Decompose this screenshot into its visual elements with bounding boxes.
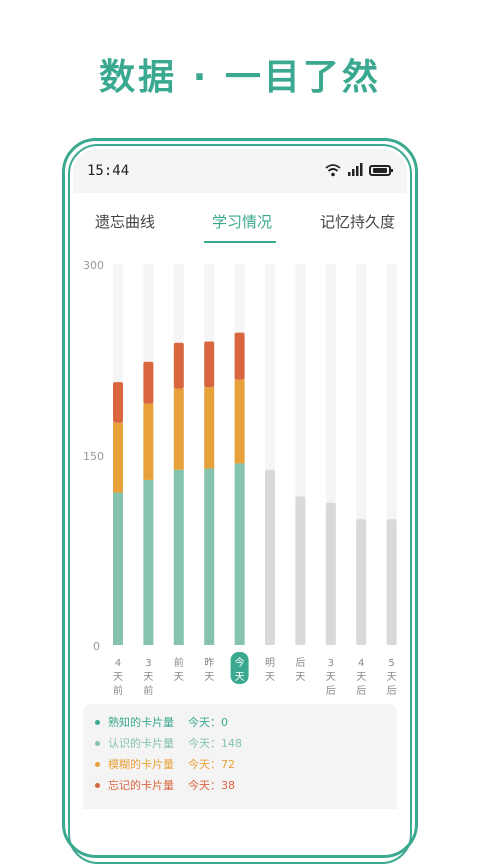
bar-forgot: [173, 342, 184, 389]
x-tick-label: 4: [115, 658, 121, 669]
x-tick-label: 天: [174, 672, 184, 683]
x-tick-label: 后: [326, 685, 336, 697]
bar-forecast: [295, 496, 306, 645]
legend-item-known: 认识的卡片量 今天：148: [95, 735, 242, 751]
bar-forgot: [113, 382, 123, 423]
legend-item-fuzzy: 模糊的卡片量 今天：72: [95, 756, 235, 772]
bar-fuzzy: [204, 387, 215, 469]
bar-known: [204, 468, 215, 645]
legend-today-value: 今天：38: [188, 779, 235, 792]
bar-known: [234, 463, 245, 645]
legend-dot: [95, 719, 100, 725]
legend-today-value: 今天：0: [188, 716, 228, 729]
legend-dot: [95, 740, 100, 746]
chart-svg: 4天前3天前前天昨天今天明天后天3天后4天后5天后: [113, 264, 397, 697]
legend-item-familiar: 熟知的卡片量 今天：0: [95, 714, 228, 730]
bar-forgot: [204, 341, 215, 388]
x-tick-label: 前: [143, 684, 153, 697]
x-tick-label: 天: [326, 672, 336, 683]
x-tick-label: 4: [358, 658, 364, 669]
x-tick-label: 天: [143, 672, 153, 683]
x-tick-label: 天: [204, 672, 214, 683]
study-chart: 300 150 0 4天前3天前前天昨天今天明天后天3天后4天后5天后: [73, 259, 407, 699]
tab-study-status[interactable]: 学习情况: [212, 211, 272, 232]
bar-known: [143, 479, 154, 645]
active-tab-indicator: [204, 241, 276, 243]
x-tick-label: 天: [356, 672, 366, 683]
bar-forecast: [386, 519, 397, 645]
x-tick-label: 天: [295, 672, 305, 683]
status-bar: 15:44: [73, 149, 407, 193]
legend-panel: 熟知的卡片量 今天：0 认识的卡片量 今天：148 模糊的卡片量 今天：72 忘…: [83, 704, 397, 809]
x-tick-label: 昨: [204, 657, 214, 669]
legend-today-value: 今天：148: [188, 737, 242, 750]
x-tick-label: 后: [295, 657, 305, 669]
x-tick-label: 后: [387, 685, 397, 697]
x-tick-label: 前: [113, 684, 123, 697]
x-tick-label: 今: [235, 656, 245, 669]
x-tick-label: 3: [328, 658, 334, 669]
legend-item-forgot: 忘记的卡片量 今天：38: [95, 777, 235, 793]
x-tick-label: 前: [174, 656, 184, 669]
bar-forgot: [234, 332, 245, 380]
bar-fuzzy: [113, 422, 123, 493]
tab-forgetting-curve[interactable]: 遗忘曲线: [95, 211, 155, 232]
legend-dot: [95, 761, 100, 767]
bar-forecast: [356, 519, 367, 645]
x-tick-label: 5: [388, 658, 394, 669]
wifi-icon: [325, 164, 341, 177]
x-tick-label: 天: [235, 672, 245, 683]
status-icons: [325, 163, 393, 177]
bar-known: [113, 492, 123, 645]
legend-dot: [95, 782, 100, 788]
legend-label: 忘记的卡片量: [108, 779, 174, 792]
battery-icon: [369, 164, 393, 176]
headline: 数据 · 一目了然: [99, 57, 381, 98]
x-tick-label: 天: [113, 672, 123, 683]
x-tick-label: 后: [356, 685, 366, 697]
legend-label: 认识的卡片量: [108, 737, 174, 750]
bar-fuzzy: [234, 379, 245, 464]
x-tick-label: 天: [265, 672, 275, 683]
signal-icon: [348, 163, 363, 176]
legend-label: 熟知的卡片量: [108, 716, 174, 729]
bar-forecast: [265, 469, 275, 645]
status-time: 15:44: [87, 163, 130, 179]
legend-label: 模糊的卡片量: [108, 758, 174, 771]
bar-known: [173, 469, 184, 645]
tab-memory-durability[interactable]: 记忆持久度: [320, 211, 395, 232]
bar-fuzzy: [143, 403, 154, 480]
bar-forgot: [143, 361, 154, 404]
x-tick-label: 天: [387, 672, 397, 683]
x-tick-label: 明: [265, 657, 275, 669]
phone-screen: 15:44 遗忘曲线 学习情况 记忆持久度 300 150 0 4天前3天前前天…: [73, 149, 407, 809]
bar-fuzzy: [173, 388, 184, 470]
legend-today-value: 今天：72: [188, 758, 235, 771]
x-tick-label: 3: [145, 658, 151, 669]
bar-forecast: [325, 502, 336, 645]
